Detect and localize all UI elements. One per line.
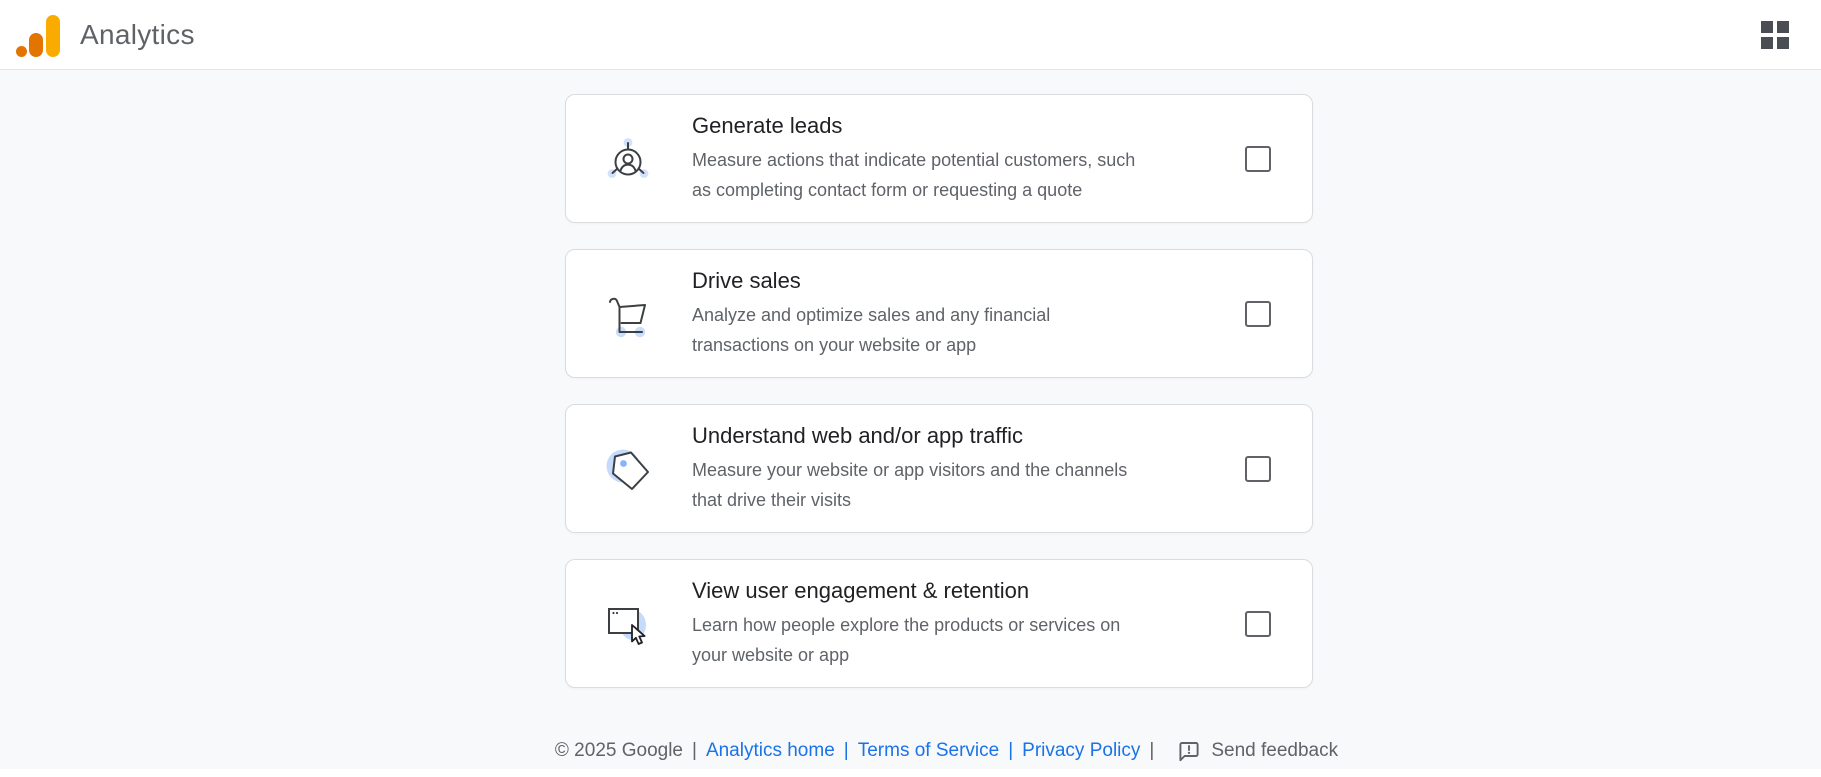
footer-separator: |: [843, 740, 849, 761]
leads-person-network-icon: [604, 135, 652, 183]
objective-description: Learn how people explore the products or…: [692, 615, 1121, 665]
apps-grid-icon[interactable]: [1759, 19, 1791, 51]
objective-description: Analyze and optimize sales and any finan…: [692, 305, 1051, 355]
window-cursor-icon: [604, 600, 652, 648]
send-feedback-label: Send feedback: [1211, 740, 1339, 761]
feedback-bubble-icon: [1179, 742, 1199, 762]
objectives-list: Generate leads Measure actions that indi…: [565, 94, 1313, 714]
objective-checkbox-generate-leads[interactable]: [1245, 145, 1271, 172]
objective-card-drive-sales[interactable]: Drive sales Analyze and optimize sales a…: [565, 249, 1313, 378]
objective-title: Drive sales: [692, 268, 801, 293]
copyright-text: © 2025 Google: [554, 740, 683, 761]
footer-separator: |: [1008, 740, 1014, 761]
objective-text: Generate leads Measure actions that indi…: [692, 112, 1237, 205]
header-brand: Analytics: [12, 9, 195, 61]
privacy-policy-link[interactable]: Privacy Policy: [1022, 740, 1140, 762]
terms-of-service-link[interactable]: Terms of Service: [858, 740, 999, 762]
objective-description: Measure your website or app visitors and…: [692, 460, 1128, 510]
analytics-home-link[interactable]: Analytics home: [706, 740, 835, 762]
top-app-bar: Analytics: [0, 0, 1821, 70]
objective-card-understand-traffic[interactable]: Understand web and/or app traffic Measur…: [565, 404, 1313, 533]
page-footer: © 2025 Google | Analytics home | Terms o…: [36, 736, 1821, 766]
objective-title: Understand web and/or app traffic: [692, 423, 1024, 448]
app-title: Analytics: [80, 18, 195, 50]
objective-text: Drive sales Analyze and optimize sales a…: [692, 267, 1237, 360]
objective-title: View user engagement & retention: [692, 578, 1030, 603]
objective-checkbox-engagement-retention[interactable]: [1245, 610, 1271, 637]
objective-description: Measure actions that indicate potential …: [692, 150, 1136, 200]
price-tag-icon: [604, 445, 652, 493]
objective-checkbox-drive-sales[interactable]: [1245, 300, 1271, 327]
send-feedback-button[interactable]: Send feedback: [1177, 739, 1338, 763]
objective-text: Understand web and/or app traffic Measur…: [692, 422, 1237, 515]
bottom-page-edge: [0, 769, 1821, 777]
objective-card-engagement-retention[interactable]: View user engagement & retention Learn h…: [565, 559, 1313, 688]
shopping-cart-icon: [604, 290, 652, 338]
objective-checkbox-understand-traffic[interactable]: [1245, 455, 1271, 482]
footer-separator: |: [692, 740, 697, 761]
objective-text: View user engagement & retention Learn h…: [692, 577, 1237, 670]
footer-separator: |: [1149, 740, 1155, 761]
google-analytics-logo-icon: [16, 14, 60, 57]
objective-title: Generate leads: [692, 113, 843, 138]
objective-card-generate-leads[interactable]: Generate leads Measure actions that indi…: [565, 94, 1313, 223]
